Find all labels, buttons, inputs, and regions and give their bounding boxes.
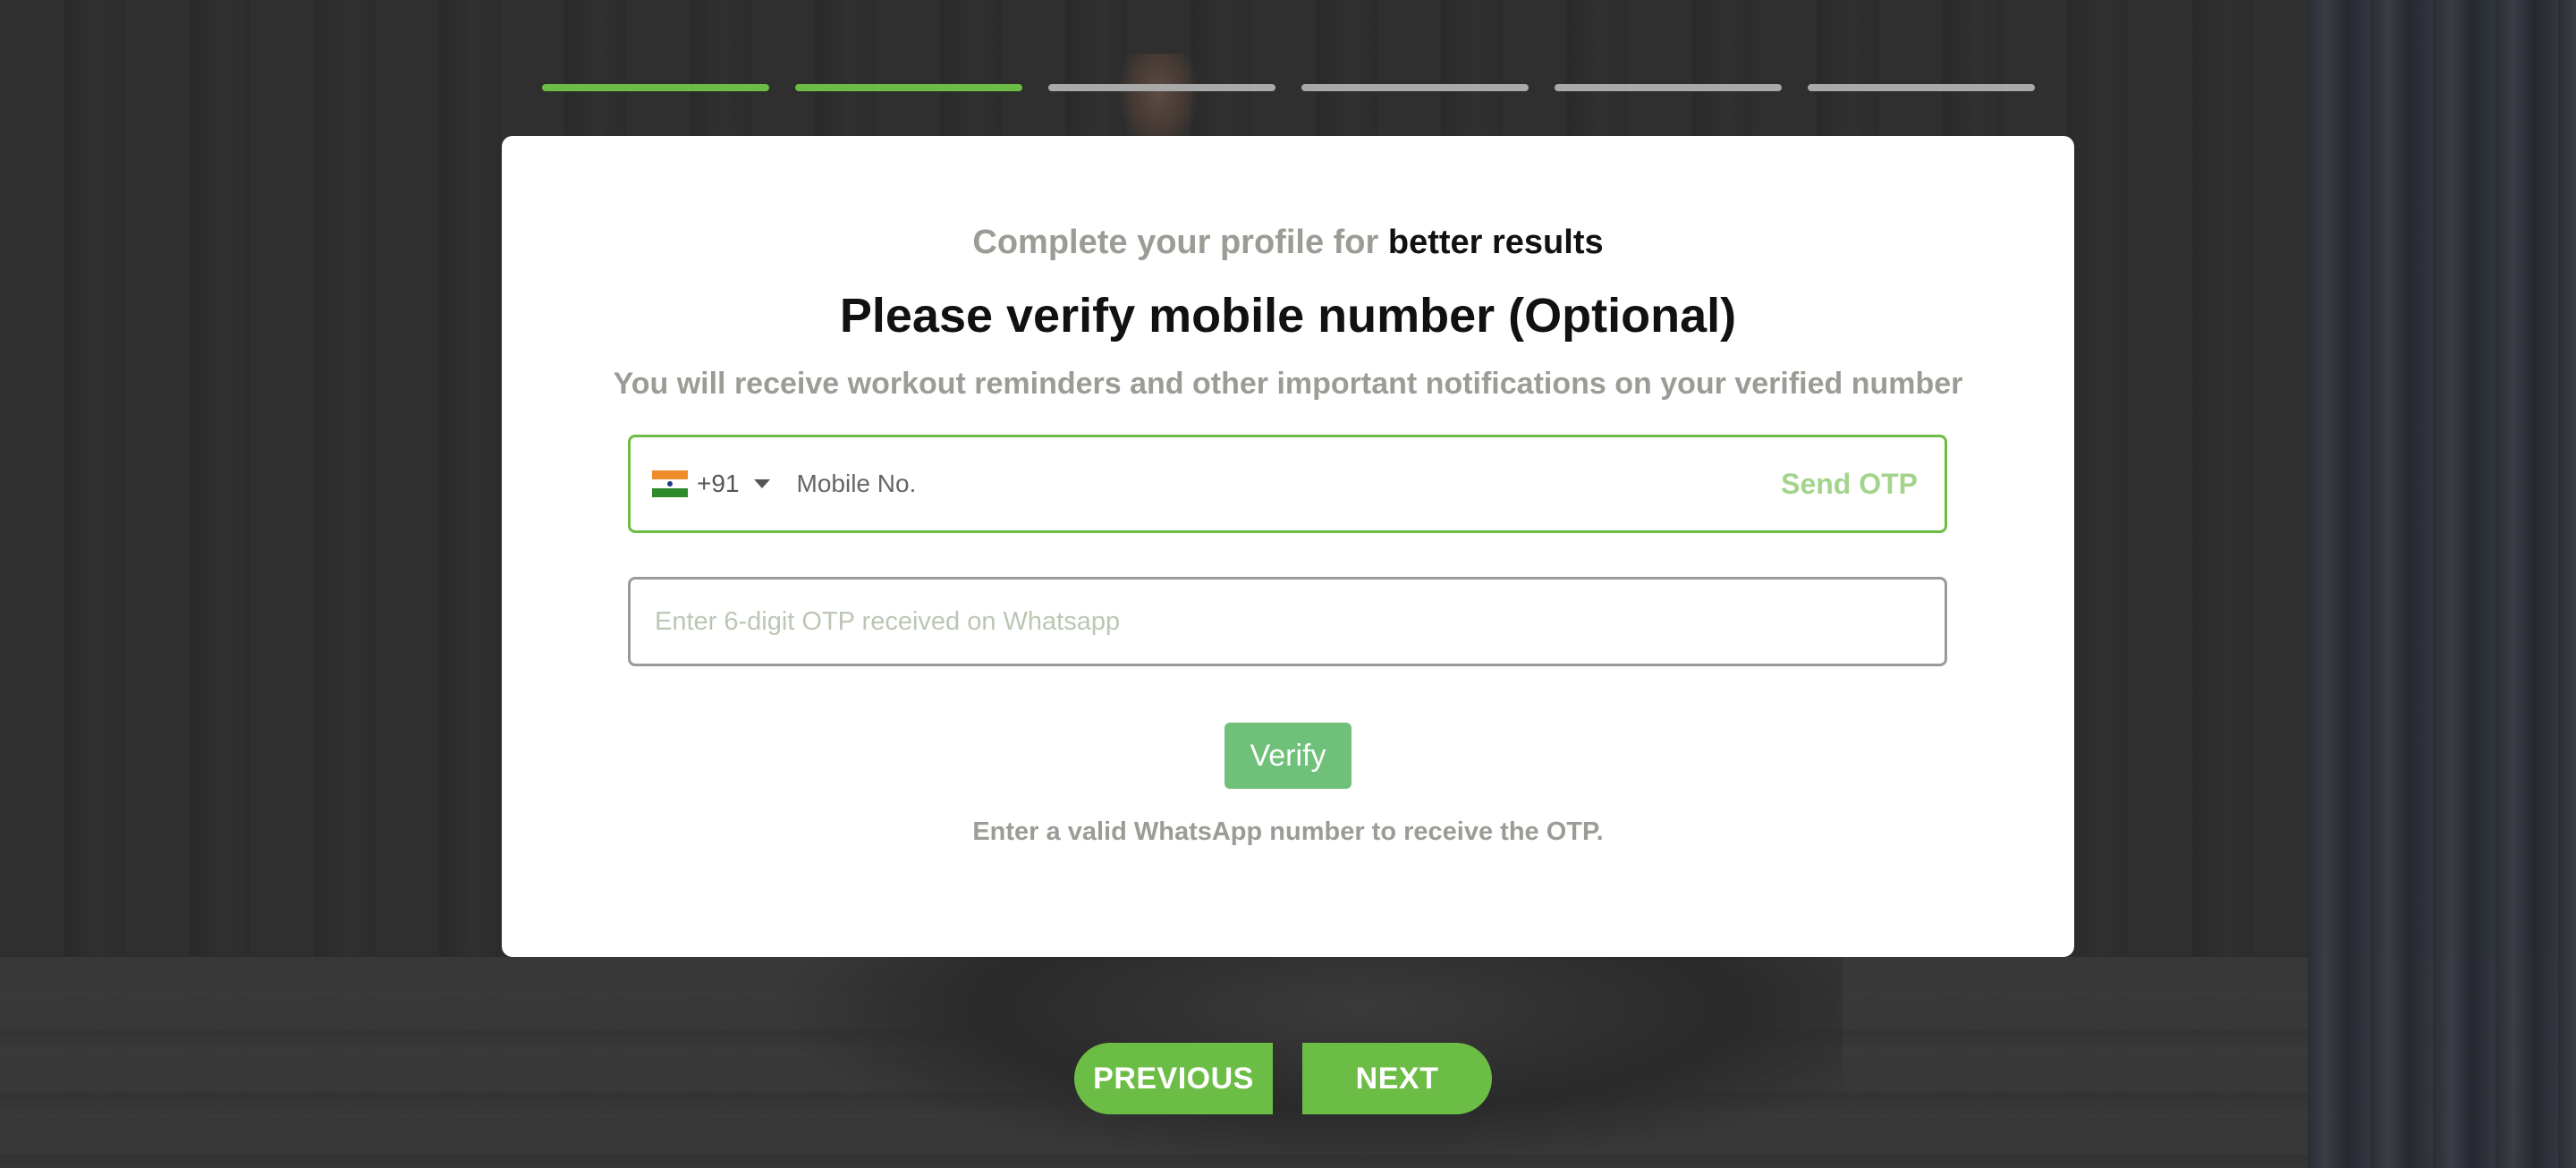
otp-input[interactable] xyxy=(653,605,1945,638)
previous-button[interactable]: PREVIOUS xyxy=(1074,1043,1273,1114)
progress-step-1 xyxy=(542,84,769,91)
chevron-down-icon[interactable] xyxy=(753,479,770,488)
subtitle-muted: Complete your profile for xyxy=(972,224,1379,261)
card-description: You will receive workout reminders and o… xyxy=(613,367,1963,401)
country-code[interactable]: +91 xyxy=(697,470,740,498)
progress-step-4 xyxy=(1301,84,1529,91)
mobile-number-input[interactable] xyxy=(794,469,1782,499)
page-title: Please verify mobile number (Optional) xyxy=(839,289,1737,343)
background-curtain xyxy=(2308,0,2576,1168)
verify-mobile-card: Complete your profile for better results… xyxy=(502,136,2074,957)
verify-button[interactable]: Verify xyxy=(1224,723,1352,789)
phone-field: +91 Send OTP xyxy=(628,435,1947,533)
progress-step-3 xyxy=(1048,84,1275,91)
progress-step-6 xyxy=(1808,84,2035,91)
progress-steps xyxy=(542,84,2035,91)
send-otp-button[interactable]: Send OTP xyxy=(1781,468,1918,501)
progress-step-5 xyxy=(1555,84,1782,91)
card-subtitle: Complete your profile for better results xyxy=(502,224,2074,262)
india-flag-icon[interactable] xyxy=(652,470,688,497)
next-button[interactable]: NEXT xyxy=(1302,1043,1492,1114)
subtitle-emphasis: better results xyxy=(1387,224,1604,261)
progress-step-2 xyxy=(795,84,1022,91)
otp-field xyxy=(628,577,1947,666)
otp-hint: Enter a valid WhatsApp number to receive… xyxy=(972,817,1604,846)
